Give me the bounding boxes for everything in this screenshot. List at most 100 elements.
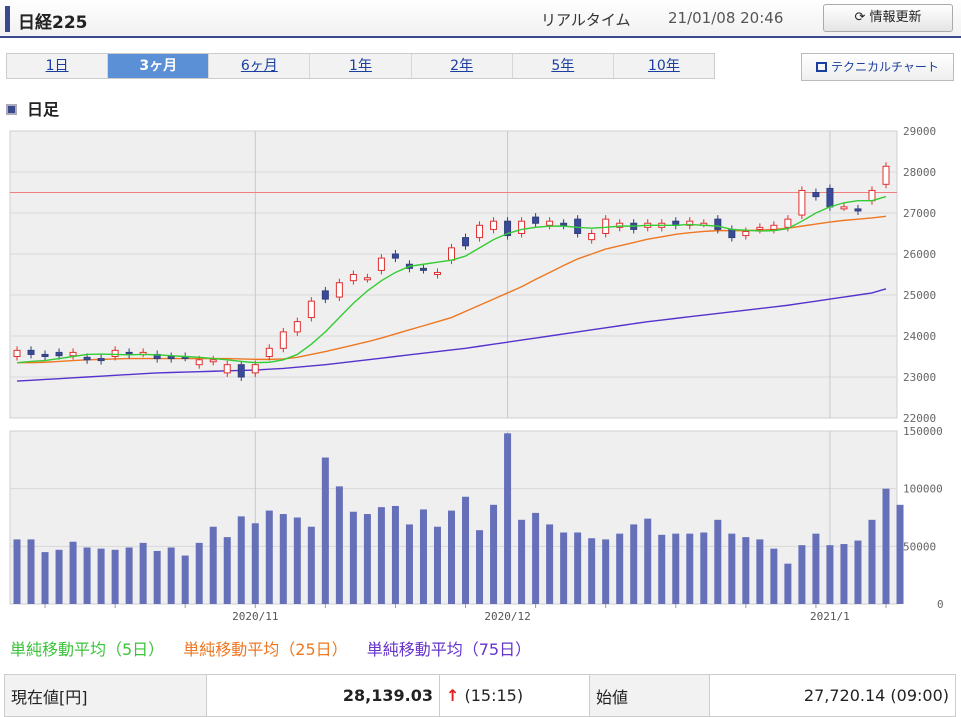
candle-body [812, 192, 820, 198]
volume-bar [588, 538, 596, 604]
volume-bar [83, 547, 91, 604]
volume-bar [784, 563, 792, 604]
candle-body [462, 237, 470, 247]
price-tick-label: 25000 [903, 289, 936, 302]
volume-bar [672, 533, 680, 604]
volume-bar [798, 545, 806, 604]
volume-bar [644, 518, 652, 604]
volume-bar [41, 552, 49, 604]
volume-bar [476, 530, 484, 604]
volume-bar [560, 532, 568, 604]
volume-bar [181, 555, 189, 604]
volume-bar [335, 486, 343, 604]
candle-body [195, 359, 203, 366]
volume-bar [265, 510, 273, 604]
candle-body [433, 271, 441, 276]
volume-bar [742, 537, 750, 604]
candle-body [532, 216, 540, 224]
candle-body [770, 224, 778, 230]
volume-bar [13, 539, 21, 604]
candle-body [798, 189, 806, 216]
volume-bar [223, 537, 231, 604]
volume-bar [321, 457, 329, 604]
candle-body [237, 364, 245, 378]
price-time: (15:15) [464, 686, 524, 705]
volume-bar [896, 504, 904, 604]
volume-bar [574, 532, 582, 604]
volume-bar [139, 542, 147, 604]
volume-bar [111, 549, 119, 604]
candle-body [265, 347, 273, 357]
candle-body [854, 208, 862, 212]
volume-bar [363, 514, 371, 604]
price-change: ↑ (15:15) [439, 674, 590, 717]
candle-body [377, 257, 385, 271]
candle-body [419, 267, 427, 271]
volume-bar [532, 512, 540, 604]
candle-body [756, 226, 764, 230]
volume-bar [882, 488, 890, 604]
price-tick-label: 24000 [903, 330, 936, 343]
candle-body [97, 358, 105, 362]
candle-body [41, 353, 49, 358]
candle-body [882, 165, 890, 185]
volume-bar [433, 526, 441, 604]
volume-bar [153, 550, 161, 604]
candle-body [868, 189, 876, 202]
volume-bar [167, 547, 175, 604]
volume-bar [700, 532, 708, 604]
candle-body [293, 321, 301, 333]
candle-body [167, 356, 175, 360]
volume-bar [97, 548, 105, 604]
volume-bar [728, 533, 736, 604]
price-tick-label: 23000 [903, 371, 936, 384]
candle-body [307, 300, 315, 319]
candle-body [728, 228, 736, 239]
candle-body [223, 364, 231, 374]
candle-body [518, 220, 526, 234]
volume-bar [868, 519, 876, 604]
volume-bar [840, 544, 848, 604]
candle-body [840, 206, 848, 210]
price-tick-label: 28000 [903, 166, 936, 179]
candle-body [27, 349, 35, 355]
volume-bar [237, 516, 245, 604]
volume-bar [546, 524, 554, 604]
volume-bar [307, 526, 315, 604]
table-row: 現在値[円] 28,139.03 ↑ (15:15) 始値 27,720.14 … [4, 674, 956, 717]
legend-ma75: 単純移動平均（75日） [366, 640, 532, 659]
volume-bar [125, 547, 133, 604]
volume-bar [195, 542, 203, 604]
price-tick-label: 22000 [903, 412, 936, 425]
volume-tick-label: 150000 [903, 425, 943, 438]
candle-body [448, 247, 455, 261]
legend-ma5: 単純移動平均（5日） [10, 640, 165, 659]
current-price-label: 現在値[円] [4, 674, 207, 717]
volume-bar [826, 545, 834, 604]
up-arrow-icon: ↑ [446, 686, 460, 705]
volume-bar [27, 539, 35, 604]
price-tick-label: 26000 [903, 248, 936, 261]
candle-body [335, 282, 343, 298]
volume-tick-label: 0 [937, 598, 944, 611]
candle-body [476, 224, 484, 239]
candle-body [574, 218, 582, 234]
volume-bar [69, 541, 77, 604]
price-tick-label: 29000 [903, 125, 936, 138]
candle-body [349, 274, 357, 282]
volume-bar [209, 526, 217, 604]
candle-body [546, 220, 554, 226]
volume-bar [279, 514, 287, 604]
candle-body [588, 233, 596, 241]
open-price-label: 始値 [589, 674, 710, 717]
volume-bar [377, 507, 385, 604]
candle-body [55, 351, 63, 357]
volume-bar [616, 533, 624, 604]
candle-body [83, 356, 91, 361]
quote-table: 現在値[円] 28,139.03 ↑ (15:15) 始値 27,720.14 … [4, 674, 956, 717]
volume-bar [770, 548, 778, 604]
date-tick-label: 2021/1 [810, 610, 850, 623]
volume-bar [630, 524, 638, 604]
volume-bar [462, 496, 470, 604]
candle-body [321, 290, 329, 300]
